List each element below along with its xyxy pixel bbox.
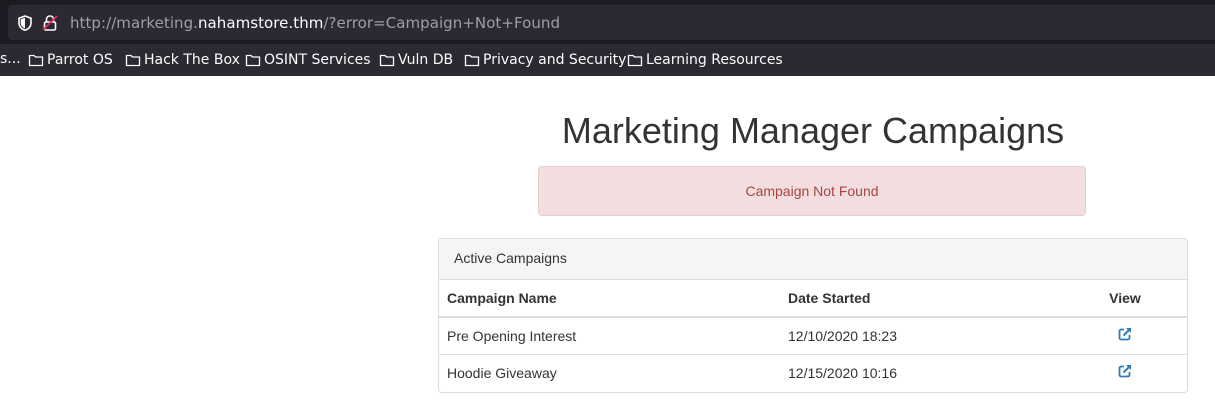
folder-icon bbox=[379, 54, 395, 67]
external-link-icon[interactable] bbox=[1117, 363, 1133, 382]
campaigns-table: Campaign Name Date Started View Pre Open… bbox=[439, 280, 1187, 391]
bookmark-label: Hack The Box bbox=[144, 52, 240, 68]
bookmark-folder-privacy-and-security[interactable]: Privacy and Security bbox=[464, 50, 626, 70]
url-text[interactable]: http://marketing.nahamstore.thm/?error=C… bbox=[70, 14, 560, 32]
bookmark-label: OSINT Services bbox=[264, 52, 371, 68]
folder-icon bbox=[627, 54, 643, 67]
external-link-icon[interactable] bbox=[1117, 326, 1133, 345]
bookmark-folder-parrot-os[interactable]: Parrot OS bbox=[28, 50, 113, 70]
bookmark-label: Vuln DB bbox=[398, 52, 454, 68]
bookmarks-toolbar: s... Parrot OS Hack The Box OSINT Servic… bbox=[0, 44, 1215, 76]
bookmark-folder-hack-the-box[interactable]: Hack The Box bbox=[125, 50, 240, 70]
header-date-started: Date Started bbox=[780, 280, 1063, 318]
bookmark-label: Privacy and Security bbox=[483, 52, 627, 68]
tracking-protection-shield-icon[interactable] bbox=[16, 14, 34, 32]
page-title: Marketing Manager Campaigns bbox=[561, 110, 1065, 151]
folder-icon bbox=[28, 54, 44, 67]
url-prefix: http://marketing. bbox=[70, 14, 198, 32]
view-cell bbox=[1063, 317, 1187, 355]
bookmark-label: Learning Resources bbox=[646, 52, 783, 68]
folder-icon bbox=[245, 54, 261, 67]
browser-toolbar: http://marketing.nahamstore.thm/?error=C… bbox=[0, 0, 1215, 44]
folder-icon bbox=[464, 54, 480, 67]
url-path: /?error=Campaign+Not+Found bbox=[323, 14, 561, 32]
bookmark-folder-learning-resources[interactable]: Learning Resources bbox=[627, 50, 783, 70]
bookmark-label: Parrot OS bbox=[47, 52, 113, 68]
bookmark-folder-osint-services[interactable]: OSINT Services bbox=[245, 50, 371, 70]
active-campaigns-panel: Active Campaigns Campaign Name Date Star… bbox=[438, 238, 1188, 393]
table-header-row: Campaign Name Date Started View bbox=[439, 280, 1187, 318]
folder-icon bbox=[125, 54, 141, 67]
header-view: View bbox=[1063, 280, 1187, 318]
campaign-name-cell: Pre Opening Interest bbox=[439, 317, 780, 355]
table-row: Hoodie Giveaway 12/15/2020 10:16 bbox=[439, 354, 1187, 391]
view-cell bbox=[1063, 354, 1187, 391]
header-campaign-name: Campaign Name bbox=[439, 280, 780, 318]
alert-message: Campaign Not Found bbox=[745, 183, 879, 199]
panel-heading: Active Campaigns bbox=[439, 239, 1187, 280]
url-host: nahamstore.thm bbox=[198, 14, 324, 32]
date-started-cell: 12/10/2020 18:23 bbox=[780, 317, 1063, 355]
address-bar[interactable]: http://marketing.nahamstore.thm/?error=C… bbox=[8, 5, 1215, 40]
insecure-lock-icon[interactable] bbox=[41, 14, 59, 32]
date-started-cell: 12/15/2020 10:16 bbox=[788, 364, 897, 381]
error-alert: Campaign Not Found bbox=[538, 166, 1086, 216]
campaign-name-cell: Hoodie Giveaway bbox=[447, 364, 557, 381]
bookmark-folder-vuln-db[interactable]: Vuln DB bbox=[379, 50, 453, 70]
table-row: Pre Opening Interest 12/10/2020 18:23 bbox=[439, 317, 1187, 355]
bookmark-overflow-label[interactable]: s... bbox=[0, 51, 21, 67]
